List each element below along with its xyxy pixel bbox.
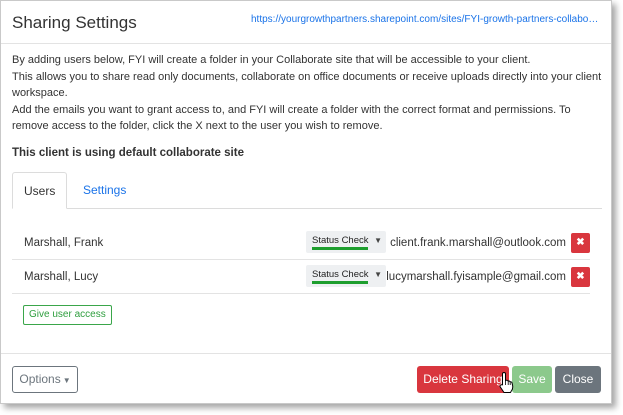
status-indicator-bar [312,281,368,284]
save-button[interactable]: Save [512,366,552,393]
user-row: Marshall, Lucy Status Check ▼ lucymarsha… [12,261,590,294]
tab-settings[interactable]: Settings [72,172,137,209]
dialog-header: Sharing Settings https://yourgrowthpartn… [1,1,611,44]
tab-users[interactable]: Users [12,172,68,209]
status-check-dropdown[interactable]: Status Check ▼ [306,231,386,253]
description-line: By adding users below, FYI will create a… [12,54,531,66]
caret-down-icon: ▼ [374,236,382,245]
caret-down-icon: ▼ [62,376,71,385]
status-label: Status Check [312,269,369,280]
dialog-title: Sharing Settings [12,13,137,32]
options-button[interactable]: Options ▼ [12,366,78,393]
status-label: Status Check [312,235,369,246]
status-indicator-bar [312,247,368,250]
caret-down-icon: ▼ [374,270,382,279]
dialog-footer: Options ▼ Delete Sharing Save Close [1,353,611,403]
user-row: Marshall, Frank Status Check ▼ client.fr… [12,227,590,260]
default-site-note: This client is using default collaborate… [12,146,244,159]
remove-user-button[interactable]: ✖ [571,267,590,287]
user-name: Marshall, Lucy [24,271,99,283]
give-user-access-button[interactable]: Give user access [23,305,112,325]
user-email: lucymarshall.fyisample@gmail.com [386,271,566,283]
description-line: Add the emails you want to grant access … [12,103,571,133]
tab-bar: Users Settings [12,172,602,209]
delete-sharing-button[interactable]: Delete Sharing [417,366,509,393]
collaborate-site-link[interactable]: https://yourgrowthpartners.sharepoint.co… [251,14,601,25]
status-check-dropdown[interactable]: Status Check ▼ [306,265,386,287]
close-button[interactable]: Close [555,366,601,393]
user-name: Marshall, Frank [24,237,104,249]
remove-user-button[interactable]: ✖ [571,233,590,253]
sharing-settings-dialog: Sharing Settings https://yourgrowthpartn… [0,0,612,404]
options-label: Options [19,372,61,386]
dialog-body: By adding users below, FYI will create a… [12,52,604,159]
user-email: client.frank.marshall@outlook.com [390,237,566,249]
sharing-description: By adding users below, FYI will create a… [12,52,604,135]
description-line: This allows you to share read only docum… [12,70,602,100]
